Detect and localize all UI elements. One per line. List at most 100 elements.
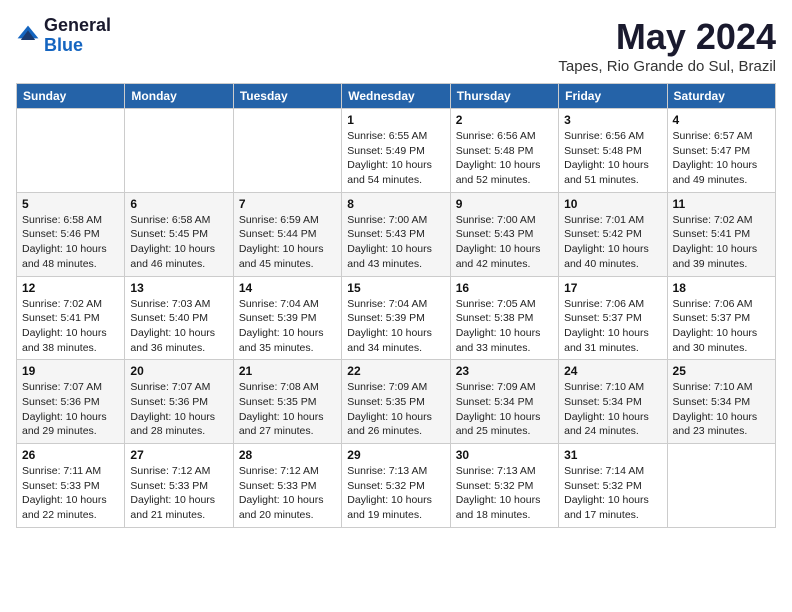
day-info: Sunrise: 7:00 AMSunset: 5:43 PMDaylight:… xyxy=(347,213,444,272)
day-info: Sunrise: 7:12 AMSunset: 5:33 PMDaylight:… xyxy=(130,464,227,523)
logo-blue: Blue xyxy=(44,35,83,55)
day-number: 11 xyxy=(673,197,770,211)
calendar-cell-w2-d5: 9 Sunrise: 7:00 AMSunset: 5:43 PMDaylight… xyxy=(450,192,558,276)
month-title: May 2024 xyxy=(558,16,776,58)
day-info: Sunrise: 7:07 AMSunset: 5:36 PMDaylight:… xyxy=(130,380,227,439)
day-number: 29 xyxy=(347,448,444,462)
day-info: Sunrise: 6:56 AMSunset: 5:48 PMDaylight:… xyxy=(456,129,553,188)
day-info: Sunrise: 7:06 AMSunset: 5:37 PMDaylight:… xyxy=(564,297,661,356)
header-thursday: Thursday xyxy=(450,84,558,109)
calendar-cell-w2-d4: 8 Sunrise: 7:00 AMSunset: 5:43 PMDaylight… xyxy=(342,192,450,276)
day-info: Sunrise: 7:01 AMSunset: 5:42 PMDaylight:… xyxy=(564,213,661,272)
day-number: 27 xyxy=(130,448,227,462)
calendar-cell-w5-d2: 27 Sunrise: 7:12 AMSunset: 5:33 PMDayligh… xyxy=(125,444,233,528)
calendar-table: Sunday Monday Tuesday Wednesday Thursday… xyxy=(16,83,776,528)
day-info: Sunrise: 7:13 AMSunset: 5:32 PMDaylight:… xyxy=(456,464,553,523)
day-number: 20 xyxy=(130,364,227,378)
day-number: 15 xyxy=(347,281,444,295)
day-info: Sunrise: 7:07 AMSunset: 5:36 PMDaylight:… xyxy=(22,380,119,439)
calendar-cell-w3-d5: 16 Sunrise: 7:05 AMSunset: 5:38 PMDayligh… xyxy=(450,276,558,360)
day-info: Sunrise: 7:11 AMSunset: 5:33 PMDaylight:… xyxy=(22,464,119,523)
page-header: General Blue May 2024 Tapes, Rio Grande … xyxy=(16,16,776,75)
day-number: 13 xyxy=(130,281,227,295)
day-info: Sunrise: 6:55 AMSunset: 5:49 PMDaylight:… xyxy=(347,129,444,188)
calendar-cell-w1-d5: 2 Sunrise: 6:56 AMSunset: 5:48 PMDaylight… xyxy=(450,109,558,193)
day-number: 4 xyxy=(673,113,770,127)
calendar-cell-w2-d1: 5Sunrise: 6:58 AMSunset: 5:46 PMDaylight… xyxy=(17,192,125,276)
day-number: 6 xyxy=(130,197,227,211)
day-number: 2 xyxy=(456,113,553,127)
day-number: 24 xyxy=(564,364,661,378)
calendar-cell-w5-d4: 29 Sunrise: 7:13 AMSunset: 5:32 PMDayligh… xyxy=(342,444,450,528)
calendar-week-4: 19 Sunrise: 7:07 AMSunset: 5:36 PMDayligh… xyxy=(17,360,776,444)
calendar-cell-w3-d1: 12 Sunrise: 7:02 AMSunset: 5:41 PMDayligh… xyxy=(17,276,125,360)
day-number: 16 xyxy=(456,281,553,295)
day-number: 9 xyxy=(456,197,553,211)
calendar-week-5: 26 Sunrise: 7:11 AMSunset: 5:33 PMDayligh… xyxy=(17,444,776,528)
calendar-cell-w4-d1: 19 Sunrise: 7:07 AMSunset: 5:36 PMDayligh… xyxy=(17,360,125,444)
calendar-cell-w4-d7: 25 Sunrise: 7:10 AMSunset: 5:34 PMDayligh… xyxy=(667,360,775,444)
calendar-cell-w1-d7: 4 Sunrise: 6:57 AMSunset: 5:47 PMDaylight… xyxy=(667,109,775,193)
calendar-cell-w1-d6: 3Sunrise: 6:56 AMSunset: 5:48 PMDaylight… xyxy=(559,109,667,193)
day-number: 30 xyxy=(456,448,553,462)
day-info: Sunrise: 7:12 AMSunset: 5:33 PMDaylight:… xyxy=(239,464,336,523)
header-sunday: Sunday xyxy=(17,84,125,109)
day-info: Sunrise: 7:10 AMSunset: 5:34 PMDaylight:… xyxy=(564,380,661,439)
calendar-cell-w1-d1 xyxy=(17,109,125,193)
calendar-week-1: 1 Sunrise: 6:55 AMSunset: 5:49 PMDaylight… xyxy=(17,109,776,193)
day-info: Sunrise: 7:02 AMSunset: 5:41 PMDaylight:… xyxy=(22,297,119,356)
day-info: Sunrise: 7:09 AMSunset: 5:35 PMDaylight:… xyxy=(347,380,444,439)
logo-icon xyxy=(16,24,40,48)
day-number: 25 xyxy=(673,364,770,378)
day-number: 17 xyxy=(564,281,661,295)
day-info: Sunrise: 7:08 AMSunset: 5:35 PMDaylight:… xyxy=(239,380,336,439)
logo: General Blue xyxy=(16,16,111,56)
calendar-cell-w1-d3 xyxy=(233,109,341,193)
day-number: 22 xyxy=(347,364,444,378)
day-number: 19 xyxy=(22,364,119,378)
location-title: Tapes, Rio Grande do Sul, Brazil xyxy=(558,58,776,75)
day-number: 8 xyxy=(347,197,444,211)
calendar-cell-w1-d2 xyxy=(125,109,233,193)
calendar-cell-w5-d3: 28 Sunrise: 7:12 AMSunset: 5:33 PMDayligh… xyxy=(233,444,341,528)
day-number: 3 xyxy=(564,113,661,127)
calendar-cell-w3-d2: 13Sunrise: 7:03 AMSunset: 5:40 PMDayligh… xyxy=(125,276,233,360)
calendar-cell-w2-d6: 10 Sunrise: 7:01 AMSunset: 5:42 PMDayligh… xyxy=(559,192,667,276)
calendar-cell-w5-d5: 30 Sunrise: 7:13 AMSunset: 5:32 PMDayligh… xyxy=(450,444,558,528)
day-number: 14 xyxy=(239,281,336,295)
logo-text: General Blue xyxy=(44,16,111,56)
calendar-cell-w4-d4: 22 Sunrise: 7:09 AMSunset: 5:35 PMDayligh… xyxy=(342,360,450,444)
calendar-cell-w4-d6: 24 Sunrise: 7:10 AMSunset: 5:34 PMDayligh… xyxy=(559,360,667,444)
calendar-cell-w2-d7: 11Sunrise: 7:02 AMSunset: 5:41 PMDayligh… xyxy=(667,192,775,276)
calendar-week-2: 5Sunrise: 6:58 AMSunset: 5:46 PMDaylight… xyxy=(17,192,776,276)
day-number: 18 xyxy=(673,281,770,295)
calendar-header-row: Sunday Monday Tuesday Wednesday Thursday… xyxy=(17,84,776,109)
day-number: 23 xyxy=(456,364,553,378)
day-info: Sunrise: 7:05 AMSunset: 5:38 PMDaylight:… xyxy=(456,297,553,356)
calendar-week-3: 12 Sunrise: 7:02 AMSunset: 5:41 PMDayligh… xyxy=(17,276,776,360)
header-saturday: Saturday xyxy=(667,84,775,109)
day-number: 10 xyxy=(564,197,661,211)
day-info: Sunrise: 6:59 AMSunset: 5:44 PMDaylight:… xyxy=(239,213,336,272)
day-number: 21 xyxy=(239,364,336,378)
calendar-cell-w3-d3: 14 Sunrise: 7:04 AMSunset: 5:39 PMDayligh… xyxy=(233,276,341,360)
day-info: Sunrise: 7:09 AMSunset: 5:34 PMDaylight:… xyxy=(456,380,553,439)
calendar-cell-w3-d6: 17 Sunrise: 7:06 AMSunset: 5:37 PMDayligh… xyxy=(559,276,667,360)
day-info: Sunrise: 7:10 AMSunset: 5:34 PMDaylight:… xyxy=(673,380,770,439)
day-info: Sunrise: 7:13 AMSunset: 5:32 PMDaylight:… xyxy=(347,464,444,523)
day-number: 31 xyxy=(564,448,661,462)
day-number: 1 xyxy=(347,113,444,127)
day-number: 26 xyxy=(22,448,119,462)
day-info: Sunrise: 6:57 AMSunset: 5:47 PMDaylight:… xyxy=(673,129,770,188)
logo-general: General xyxy=(44,15,111,35)
day-number: 5 xyxy=(22,197,119,211)
calendar-cell-w1-d4: 1 Sunrise: 6:55 AMSunset: 5:49 PMDaylight… xyxy=(342,109,450,193)
day-number: 12 xyxy=(22,281,119,295)
day-number: 7 xyxy=(239,197,336,211)
day-info: Sunrise: 7:04 AMSunset: 5:39 PMDaylight:… xyxy=(239,297,336,356)
calendar-cell-w5-d1: 26 Sunrise: 7:11 AMSunset: 5:33 PMDayligh… xyxy=(17,444,125,528)
day-info: Sunrise: 7:00 AMSunset: 5:43 PMDaylight:… xyxy=(456,213,553,272)
day-number: 28 xyxy=(239,448,336,462)
day-info: Sunrise: 7:06 AMSunset: 5:37 PMDaylight:… xyxy=(673,297,770,356)
day-info: Sunrise: 6:58 AMSunset: 5:45 PMDaylight:… xyxy=(130,213,227,272)
